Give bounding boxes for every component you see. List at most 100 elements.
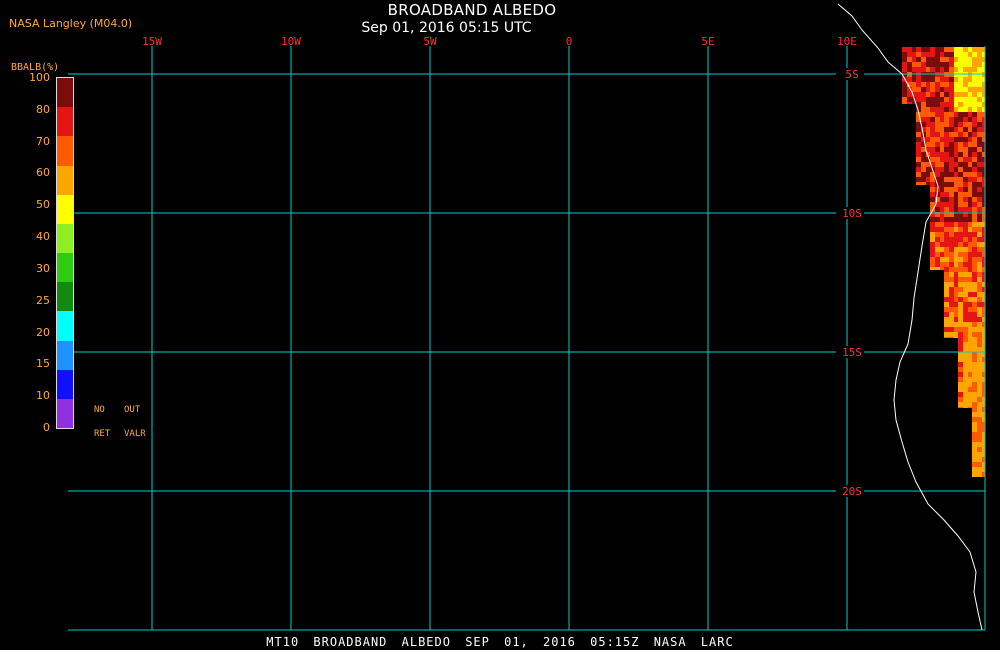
albedo-pixel (949, 167, 954, 172)
colorbar-label: 15 (36, 357, 50, 371)
albedo-pixel (972, 252, 977, 257)
albedo-pixel (926, 87, 930, 92)
albedo-pixel (940, 187, 944, 192)
albedo-pixel (968, 387, 972, 392)
albedo-pixel (963, 92, 968, 97)
albedo-pixel (977, 322, 982, 327)
albedo-pixel (968, 182, 972, 187)
albedo-pixel (935, 102, 940, 107)
albedo-pixel (972, 312, 977, 317)
latitude-label: 20S (842, 485, 862, 498)
albedo-pixel (935, 47, 940, 52)
albedo-pixel (935, 67, 940, 72)
albedo-pixel (926, 102, 930, 107)
albedo-pixel (968, 247, 972, 252)
albedo-pixel (944, 272, 949, 277)
albedo-pixel (958, 277, 963, 282)
albedo-pixel (902, 57, 907, 62)
albedo-pixel (949, 227, 954, 232)
albedo-pixel (926, 182, 930, 185)
albedo-pixel (968, 107, 972, 112)
albedo-pixel (977, 417, 982, 422)
albedo-pixel (954, 237, 958, 242)
albedo-pixel (977, 182, 982, 187)
albedo-pixel (958, 157, 963, 162)
albedo-pixel (963, 332, 968, 337)
latitude-label: 5S (845, 68, 858, 81)
albedo-pixel (949, 282, 954, 287)
albedo-pixel (972, 77, 977, 82)
albedo-pixel (958, 137, 963, 142)
albedo-pixel (977, 102, 982, 107)
colorbar-swatch (57, 311, 73, 341)
albedo-pixel (977, 157, 982, 162)
albedo-pixel (912, 47, 916, 52)
albedo-pixel (944, 67, 949, 72)
albedo-pixel (977, 407, 982, 412)
albedo-pixel (963, 127, 968, 132)
albedo-pixel (944, 257, 949, 262)
albedo-pixel (972, 472, 977, 477)
longitude-label: 10E (837, 35, 857, 48)
albedo-pixel (977, 312, 982, 317)
albedo-pixel (977, 397, 982, 402)
albedo-pixel (958, 82, 963, 87)
albedo-pixel (972, 122, 977, 127)
albedo-pixel (930, 107, 935, 112)
albedo-pixel (968, 267, 972, 272)
albedo-pixel (921, 87, 926, 92)
albedo-swath (902, 47, 985, 477)
albedo-pixel (972, 262, 977, 267)
albedo-pixel (968, 47, 972, 52)
albedo-pixel (972, 147, 977, 152)
albedo-pixel (944, 297, 949, 302)
albedo-pixel (954, 327, 958, 332)
albedo-pixel (954, 87, 958, 92)
albedo-pixel (963, 377, 968, 382)
albedo-pixel (963, 397, 968, 402)
albedo-pixel (930, 122, 935, 127)
albedo-pixel (935, 87, 940, 92)
albedo-pixel (977, 207, 982, 212)
albedo-pixel (963, 232, 968, 237)
albedo-pixel (972, 272, 977, 277)
albedo-pixel (972, 222, 977, 227)
albedo-pixel (972, 452, 977, 457)
albedo-pixel (949, 107, 954, 112)
albedo-pixel (949, 132, 954, 137)
albedo-pixel (972, 232, 977, 237)
albedo-pixel (963, 117, 968, 122)
albedo-pixel (930, 262, 935, 267)
albedo-pixel (972, 322, 977, 327)
albedo-pixel (944, 237, 949, 242)
albedo-pixel (912, 77, 916, 82)
albedo-pixel (977, 152, 982, 157)
albedo-pixel (958, 172, 963, 177)
albedo-pixel (954, 62, 958, 67)
albedo-pixel (968, 402, 972, 407)
albedo-map: 15W 10W 5W 0 5E 10E 5S 10S 15S 20S (68, 3, 986, 631)
albedo-pixel (972, 277, 977, 282)
albedo-pixel (902, 87, 907, 92)
albedo-pixel (949, 137, 954, 142)
albedo-pixel (916, 182, 921, 185)
albedo-pixel (940, 237, 944, 242)
albedo-pixel (930, 77, 935, 82)
albedo-pixel (916, 97, 921, 102)
albedo-pixel (972, 302, 977, 307)
albedo-pixel (963, 192, 968, 197)
albedo-pixel (977, 447, 982, 452)
albedo-pixel (977, 97, 982, 102)
albedo-pixel (949, 217, 954, 222)
albedo-pixel (944, 267, 949, 272)
albedo-pixel (958, 202, 963, 207)
albedo-pixel (958, 307, 963, 312)
albedo-pixel (977, 332, 982, 337)
albedo-pixel (963, 147, 968, 152)
albedo-pixel (902, 97, 907, 102)
colorbar-label: 60 (36, 166, 50, 180)
albedo-pixel (958, 232, 963, 237)
albedo-pixel (902, 92, 907, 97)
albedo-pixel (977, 142, 982, 147)
albedo-pixel (963, 187, 968, 192)
